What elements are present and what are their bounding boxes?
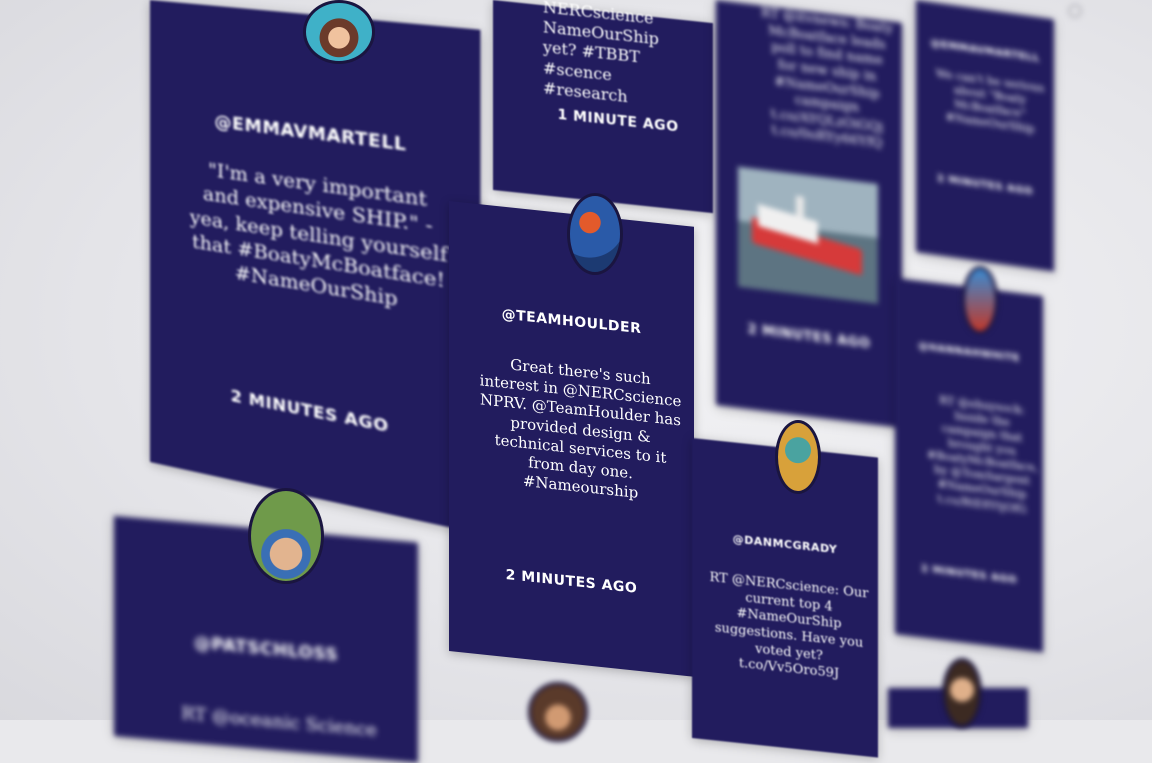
tweet-text: RT @NERCscience: Our current top 4 #Name… [708, 570, 870, 687]
woman-avatar-icon [303, 0, 375, 64]
tweet-text: RT @oceanic Science [150, 699, 408, 745]
tweet-text: RT @itvnews: Boaty McBoatface leads poll… [760, 5, 894, 154]
statue-avatar-icon [775, 420, 821, 494]
tweet-text: "I'm a very important and expensive SHIP… [189, 155, 448, 321]
settings-icon[interactable] [1068, 4, 1082, 18]
tweet-handle: @DANMCGRADY [692, 528, 878, 561]
tweet-time: 2 MINUTES AGO [449, 561, 694, 603]
tweet-time: 2 MINUTES AGO [150, 370, 480, 454]
tweet-time: 2 MINUTES AGO [916, 170, 1054, 200]
tweet-card-emmavmartell[interactable]: @EMMAVMARTELL "I'm a very important and … [150, 0, 480, 534]
tweet-card-right-middle[interactable]: @HANNAHWHITE RT @ehuysock: Inside the ca… [895, 278, 1043, 652]
tweet-text: Great there's such interest in @NERCscie… [479, 352, 682, 508]
red-ship-photo [738, 167, 878, 304]
tweet-time [692, 718, 878, 738]
tweet-handle: @EMMAVMARTELL [916, 36, 1054, 66]
ship-avatar-icon [567, 193, 623, 275]
child-avatar-icon [248, 488, 324, 584]
person-avatar-icon [962, 266, 998, 334]
tweet-card-itvnews[interactable]: RT @itvnews: Boaty McBoatface leads poll… [716, 0, 902, 428]
tweet-time: 2 MINUTES AGO [716, 318, 902, 356]
tweet-card-right-top[interactable]: @EMMAVMARTELL We can't be serious about … [916, 0, 1054, 271]
tweet-card-top-middle[interactable]: NERCscience NameOurShip yet? #TBBT #scen… [493, 0, 713, 213]
tweet-time: 2 MINUTES AGO [895, 560, 1043, 589]
tweet-handle: @HANNAHWHITE [895, 338, 1043, 367]
tweet-handle: @PATSCHLOSS [114, 626, 418, 673]
tweet-text: We can't be serious about "Boaty McBoatf… [934, 67, 1046, 139]
tweet-card-teamhoulder[interactable]: @TEAMHOULDER Great there's such interest… [449, 201, 694, 677]
bottom-avatar-icon [528, 682, 588, 742]
tweet-handle: @TEAMHOULDER [449, 301, 694, 343]
tweet-text: NameOurShip yet? #TBBT #scence #research [543, 17, 695, 115]
bottom-right-avatar-icon [942, 658, 982, 728]
tweet-text: RT @ehuysock: Inside the campaign that b… [927, 392, 1037, 518]
